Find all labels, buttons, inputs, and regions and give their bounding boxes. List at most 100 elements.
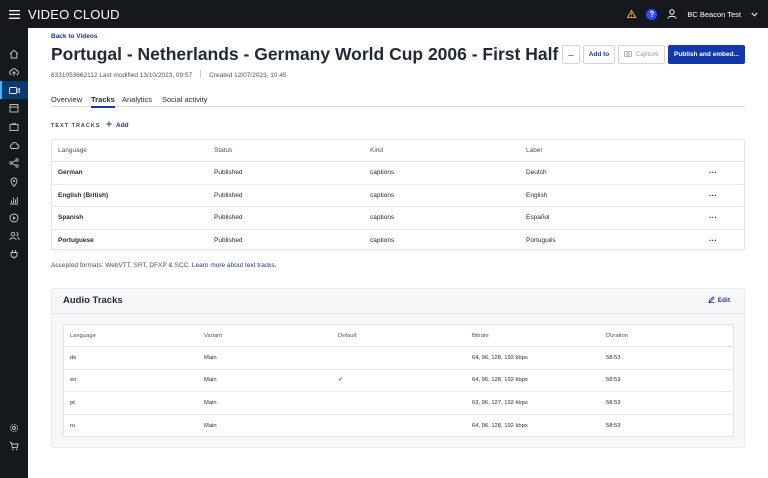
created-date: Created 12/07/2023, 10:45 <box>209 72 287 79</box>
row-more-button[interactable]: ··· <box>709 185 717 207</box>
meta-divider <box>200 70 202 78</box>
table-header: Language Variant Default Bitrate Duratio… <box>64 325 733 347</box>
more-actions-button[interactable]: ... <box>562 45 580 64</box>
tab-overview[interactable]: Overview <box>51 95 82 107</box>
capture-button[interactable]: Capture <box>618 45 665 64</box>
audio-duration: 58:53 <box>606 399 621 406</box>
audio-duration: 58:53 <box>606 377 621 384</box>
learn-more-link[interactable]: Learn more about text tracks. <box>192 262 277 269</box>
cloud-icon[interactable] <box>0 136 28 154</box>
plugin-icon[interactable] <box>0 245 28 263</box>
check-icon: ✓ <box>338 377 343 384</box>
audio-bitrate: 63, 96, 127, 192 kbps <box>472 399 528 406</box>
capture-label: Capture <box>635 51 659 58</box>
row-more-button[interactable]: ··· <box>709 230 717 253</box>
audio-bitrate: 64, 96, 128, 192 kbps <box>472 354 528 361</box>
back-to-videos-link[interactable]: Back to Videos <box>51 33 97 40</box>
column-header-bitrate: Bitrate <box>472 332 489 339</box>
audio-tracks-title: Audio Tracks <box>63 295 123 306</box>
analytics-icon[interactable] <box>0 191 28 209</box>
table-row: ru Main 64, 96, 128, 192 kbps 58:53 <box>64 415 733 438</box>
track-label: English <box>526 191 548 199</box>
track-language: German <box>58 169 83 177</box>
column-header-language: Language <box>58 147 87 154</box>
audio-language: ru <box>70 422 76 429</box>
table-header: Language Status Kind Label <box>52 140 744 162</box>
audio-tracks-panel: Audio Tracks Edit Language Variant Defau… <box>51 288 745 448</box>
user-name[interactable]: BC Beacon Test <box>687 10 741 19</box>
upload-icon[interactable] <box>0 63 28 81</box>
user-icon[interactable] <box>667 9 677 19</box>
warning-icon[interactable] <box>627 10 637 18</box>
help-glyph: ? <box>646 8 658 20</box>
location-icon[interactable] <box>0 173 28 191</box>
tv-icon[interactable] <box>0 118 28 136</box>
track-label: Deutch <box>526 169 547 177</box>
column-header-label: Label <box>526 147 542 154</box>
track-status: Published <box>214 191 243 199</box>
video-meta: 6331053662112 Last modified 13/10/2023, … <box>51 70 287 79</box>
video-id-modified: 6331053662112 Last modified 13/10/2023, … <box>51 72 193 79</box>
plus-icon <box>106 121 112 129</box>
table-row: en Main ✓ 64, 96, 128, 192 kbps 58:53 <box>64 370 733 392</box>
audio-language: pt <box>70 399 75 406</box>
edit-audio-tracks-button[interactable]: Edit <box>708 296 730 305</box>
table-row: de Main 64, 96, 128, 192 kbps 58:53 <box>64 347 733 370</box>
accepted-formats-note: Accepted formats: WebVTT, SRT, DFXP & SC… <box>51 262 276 269</box>
edit-label: Edit <box>717 297 730 304</box>
table-row[interactable]: Spanish Published captions Español ··· <box>52 207 744 230</box>
tab-tracks[interactable]: Tracks <box>91 95 115 108</box>
track-kind: captions <box>370 214 395 222</box>
add-text-track-button[interactable]: Add <box>106 121 129 129</box>
table-row: pt Main 63, 96, 127, 192 kbps 58:53 <box>64 392 733 415</box>
column-header-language: Language <box>70 332 96 339</box>
audio-variant: Main <box>204 377 217 384</box>
audio-bitrate: 64, 96, 128, 192 kbps <box>472 377 528 384</box>
top-bar: VIDEO CLOUD ? BC Beacon Test <box>0 0 768 28</box>
cart-icon[interactable] <box>0 437 28 455</box>
column-header-default: Default <box>338 332 357 339</box>
tab-bar: Overview Tracks Analytics Social activit… <box>51 95 745 108</box>
row-more-button[interactable]: ··· <box>709 207 717 229</box>
text-tracks-table: Language Status Kind Label German Publis… <box>51 139 745 250</box>
sidebar <box>0 28 28 478</box>
table-row[interactable]: English (British) Published captions Eng… <box>52 185 744 207</box>
page-title: Portugal - Netherlands - Germany World C… <box>51 44 559 64</box>
formats-text: Accepted formats: WebVTT, SRT, DFXP & SC… <box>51 262 191 269</box>
audio-variant: Main <box>204 399 217 406</box>
schedule-icon[interactable] <box>0 99 28 117</box>
track-language: Spanish <box>58 214 84 222</box>
help-icon[interactable]: ? <box>646 8 658 20</box>
menu-icon[interactable] <box>0 0 28 28</box>
row-more-button[interactable]: ··· <box>709 162 717 184</box>
publish-and-embed-button[interactable]: Publish and embed... <box>668 45 745 64</box>
share-icon[interactable] <box>0 154 28 172</box>
track-status: Published <box>214 169 243 177</box>
chevron-down-icon[interactable] <box>751 12 758 17</box>
home-icon[interactable] <box>0 45 28 63</box>
track-kind: captions <box>370 191 395 199</box>
camera-icon <box>624 50 633 59</box>
pencil-icon <box>708 296 715 305</box>
audio-language: en <box>70 377 77 384</box>
audio-duration: 58:53 <box>606 422 621 429</box>
app-logo[interactable]: VIDEO CLOUD <box>28 7 120 22</box>
play-icon[interactable] <box>0 209 28 227</box>
column-header-variant: Variant <box>204 332 222 339</box>
audio-tracks-table: Language Variant Default Bitrate Duratio… <box>63 324 734 437</box>
audio-variant: Main <box>204 354 217 361</box>
audio-duration: 58:53 <box>606 354 621 361</box>
add-to-button[interactable]: Add to <box>583 45 615 64</box>
users-icon[interactable] <box>0 227 28 245</box>
table-row[interactable]: Portuguese Published captions Português … <box>52 230 744 253</box>
tab-social-activity[interactable]: Social activity <box>162 95 207 107</box>
tab-analytics[interactable]: Analytics <box>122 95 152 107</box>
table-row[interactable]: German Published captions Deutch ··· <box>52 162 744 185</box>
track-label: Español <box>526 214 550 222</box>
track-language: Portuguese <box>58 237 94 245</box>
video-icon[interactable] <box>0 81 28 99</box>
divider <box>52 313 744 314</box>
settings-icon[interactable] <box>0 419 28 437</box>
track-language: English (British) <box>58 191 109 199</box>
track-status: Published <box>214 214 243 222</box>
